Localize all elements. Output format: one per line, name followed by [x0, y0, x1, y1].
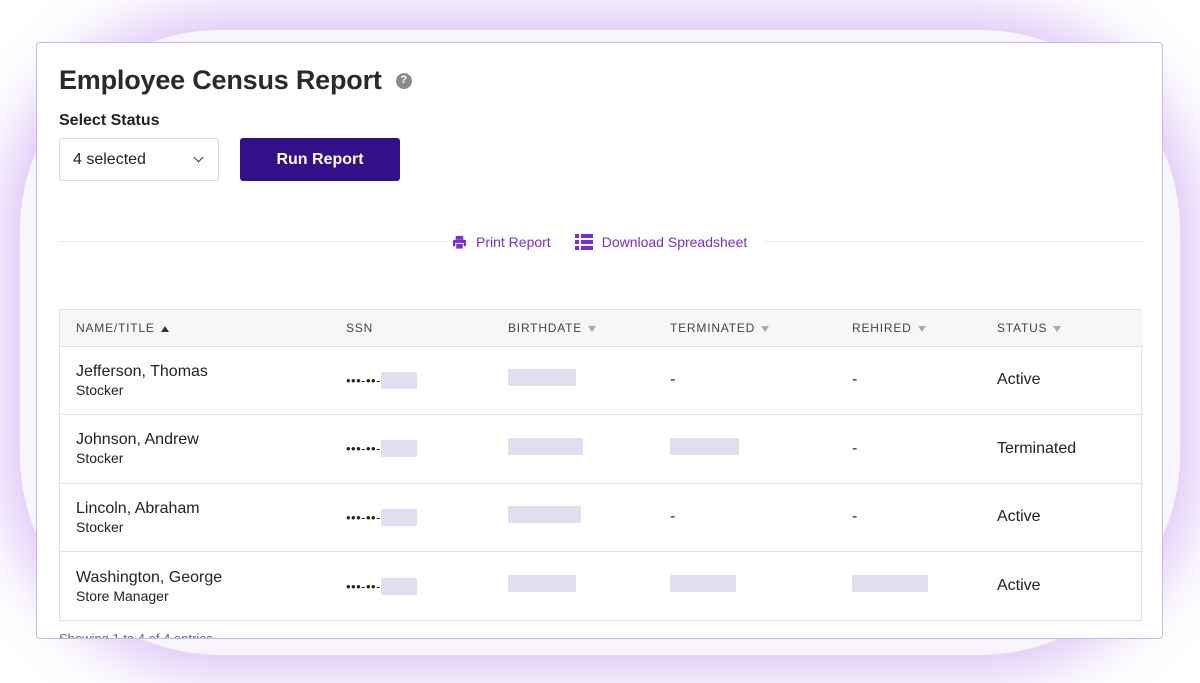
report-actions: Print Report Download Spreadsheet	[452, 234, 747, 250]
census-table: NAME/TITLE SSN BIRTHDATE TERMINATED REHI…	[60, 310, 1143, 620]
divider-left	[59, 241, 447, 242]
redacted-rehired	[852, 575, 928, 592]
status-value: Active	[997, 577, 1041, 594]
chevron-down-icon	[193, 152, 204, 163]
redacted-ssn	[380, 440, 417, 458]
column-header-rehired[interactable]: REHIRED	[836, 310, 981, 347]
employee-name: Lincoln, Abraham	[76, 499, 200, 517]
terminated-value: -	[670, 508, 676, 526]
ssn-mask: •••-••-	[346, 509, 381, 525]
rehired-value: -	[852, 508, 858, 526]
redacted-terminated	[670, 575, 736, 592]
table-row: Jefferson, Thomas Stocker •••-••- - - Act…	[60, 346, 1143, 415]
status-label: Select Status	[59, 112, 160, 129]
print-report-link[interactable]: Print Report	[452, 234, 551, 250]
ssn-mask: •••-••-	[346, 578, 381, 594]
redacted-ssn	[380, 508, 417, 526]
ssn-mask: •••-••-	[346, 441, 381, 457]
list-icon	[574, 234, 593, 250]
report-card: Employee Census Report ? Select Status 4…	[36, 42, 1163, 639]
redacted-birthdate	[508, 437, 583, 455]
title-row: Employee Census Report ?	[59, 65, 412, 96]
run-report-button[interactable]: Run Report	[240, 138, 400, 181]
census-table-wrapper: NAME/TITLE SSN BIRTHDATE TERMINATED REHI…	[59, 309, 1143, 621]
help-icon[interactable]: ?	[395, 72, 412, 89]
employee-title: Store Manager	[76, 587, 169, 604]
redacted-terminated	[670, 437, 739, 455]
sort-icon	[1053, 325, 1062, 332]
printer-icon	[452, 235, 467, 250]
status-value: Active	[997, 371, 1041, 389]
redacted-birthdate	[508, 369, 576, 387]
employee-name: Johnson, Andrew	[76, 431, 199, 449]
employee-title: Stocker	[76, 450, 124, 467]
sort-icon	[588, 325, 597, 332]
ssn-mask: •••-••-	[346, 372, 381, 388]
table-row: Washington, George Store Manager •••-••- …	[60, 552, 1143, 621]
rehired-value: -	[852, 371, 858, 389]
table-row: Johnson, Andrew Stocker •••-••- - Termina…	[60, 415, 1143, 483]
status-select-value: 4 selected	[73, 150, 146, 168]
redacted-ssn	[380, 577, 417, 595]
terminated-value: -	[670, 371, 676, 389]
table-header-row: NAME/TITLE SSN BIRTHDATE TERMINATED REHI…	[60, 310, 1143, 347]
page-title: Employee Census Report	[59, 65, 382, 95]
rehired-value: -	[852, 439, 858, 457]
divider-right	[765, 241, 1143, 242]
employee-title: Stocker	[76, 381, 124, 398]
sort-icon	[761, 325, 770, 332]
employee-title: Stocker	[76, 518, 124, 535]
column-header-name-title[interactable]: NAME/TITLE	[60, 310, 330, 347]
download-spreadsheet-label: Download Spreadsheet	[601, 234, 748, 250]
column-header-status[interactable]: STATUS	[981, 310, 1143, 347]
status-select[interactable]: 4 selected	[59, 138, 219, 181]
sort-icon	[917, 325, 926, 332]
print-report-label: Print Report	[476, 234, 551, 250]
column-header-ssn: SSN	[330, 310, 492, 347]
download-spreadsheet-link[interactable]: Download Spreadsheet	[574, 234, 748, 250]
status-value: Terminated	[997, 439, 1077, 457]
redacted-birthdate	[508, 575, 576, 592]
employee-name: Jefferson, Thomas	[76, 362, 208, 380]
redacted-birthdate	[508, 506, 581, 524]
column-header-terminated[interactable]: TERMINATED	[654, 310, 836, 347]
employee-name: Washington, George	[76, 568, 223, 586]
redacted-ssn	[380, 371, 417, 389]
table-row: Lincoln, Abraham Stocker •••-••- - - Acti…	[60, 483, 1143, 552]
status-value: Active	[997, 508, 1041, 526]
column-header-birthdate[interactable]: BIRTHDATE	[492, 310, 654, 347]
sort-ascending-icon	[160, 325, 169, 332]
entries-summary: Showing 1 to 4 of 4 entries	[59, 631, 213, 639]
